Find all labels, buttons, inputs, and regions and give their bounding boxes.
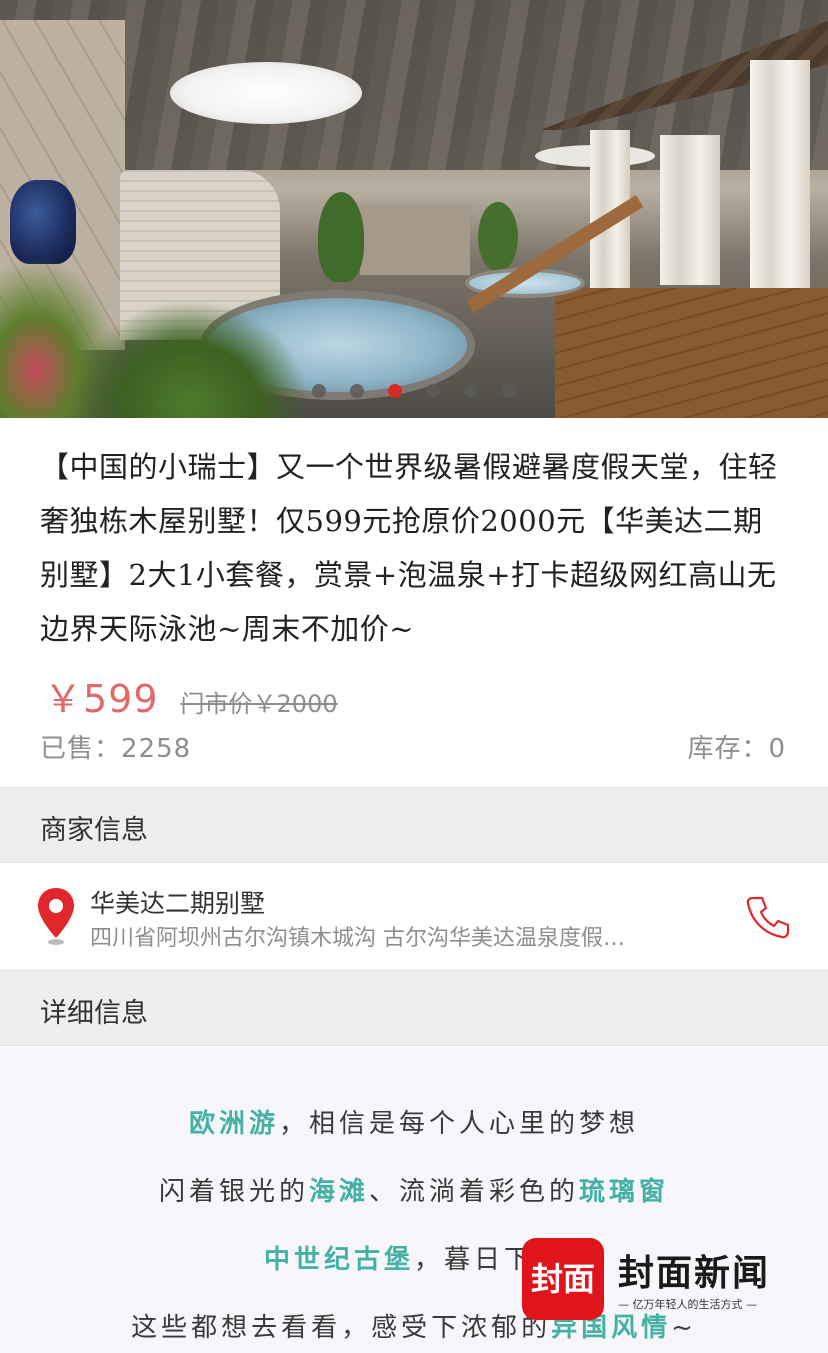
back-wall [360, 205, 470, 275]
detail-text: 这些都想去看看，感受下浓郁的 [131, 1313, 552, 1343]
watermark-brand: 封面新闻 [618, 1252, 771, 1294]
carousel-dot[interactable] [426, 384, 440, 398]
merchant-address: 四川省阿坝州古尔沟镇木城沟 古尔沟华美达温泉度假… [90, 926, 625, 951]
tree-small [478, 202, 518, 272]
phone-icon[interactable] [742, 892, 792, 942]
carousel-indicator [0, 384, 828, 400]
watermark-logo: 封面 封面新闻 — 亿万年轻人的生活方式 — [522, 1238, 792, 1320]
market-price: 门市价￥2000 [180, 690, 338, 718]
map-pin-icon [38, 888, 74, 945]
detail-line: 欧洲游，相信是每个人心里的梦想 [0, 1103, 828, 1140]
product-title: 【中国的小瑞士】又一个世界级暑假避暑度假天堂，住轻奢独栋木屋别墅！仅599元抢原… [40, 450, 778, 646]
carousel-dot[interactable] [464, 384, 478, 398]
section-title: 商家信息 [40, 815, 148, 846]
detail-section-header: 详细信息 [0, 970, 828, 1046]
carousel-dot-active[interactable] [388, 384, 402, 398]
curtain [660, 135, 720, 285]
price-row: ￥599 门市价￥2000 [44, 668, 338, 721]
watermark-slogan: — 亿万年轻人的生活方式 — [618, 1298, 757, 1311]
carousel-dot[interactable] [502, 384, 516, 398]
skylight [170, 62, 362, 124]
merchant-section-header: 商家信息 [0, 787, 828, 863]
tree [318, 192, 364, 282]
detail-text: ，相信是每个人心里的梦想 [279, 1109, 640, 1139]
merchant-name: 华美达二期别墅 [90, 889, 266, 918]
carousel-dot[interactable] [312, 384, 326, 398]
highlight-text: 欧洲游 [188, 1109, 279, 1139]
highlight-text: 中世纪古堡 [263, 1245, 414, 1275]
highlight-text: 琉璃窗 [579, 1177, 670, 1207]
detail-line: 闪着银光的海滩、流淌着彩色的琉璃窗 [0, 1171, 828, 1208]
curtain [750, 60, 810, 310]
plants [70, 300, 310, 418]
detail-text: 、流淌着彩色的 [369, 1177, 580, 1207]
watermark-badge: 封面 [522, 1238, 604, 1320]
merchant-card[interactable]: 华美达二期别墅 四川省阿坝州古尔沟镇木城沟 古尔沟华美达温泉度假… [0, 864, 828, 970]
stock-count: 库存：0 [687, 734, 786, 764]
highlight-text: 海滩 [308, 1177, 369, 1207]
price: ￥599 [44, 677, 159, 721]
hero-image[interactable] [0, 0, 828, 418]
detail-text: 闪着银光的 [158, 1177, 309, 1207]
sold-count: 已售：2258 [40, 734, 192, 764]
carousel-dot[interactable] [350, 384, 364, 398]
section-title: 详细信息 [40, 998, 148, 1029]
blue-vase [10, 180, 76, 264]
